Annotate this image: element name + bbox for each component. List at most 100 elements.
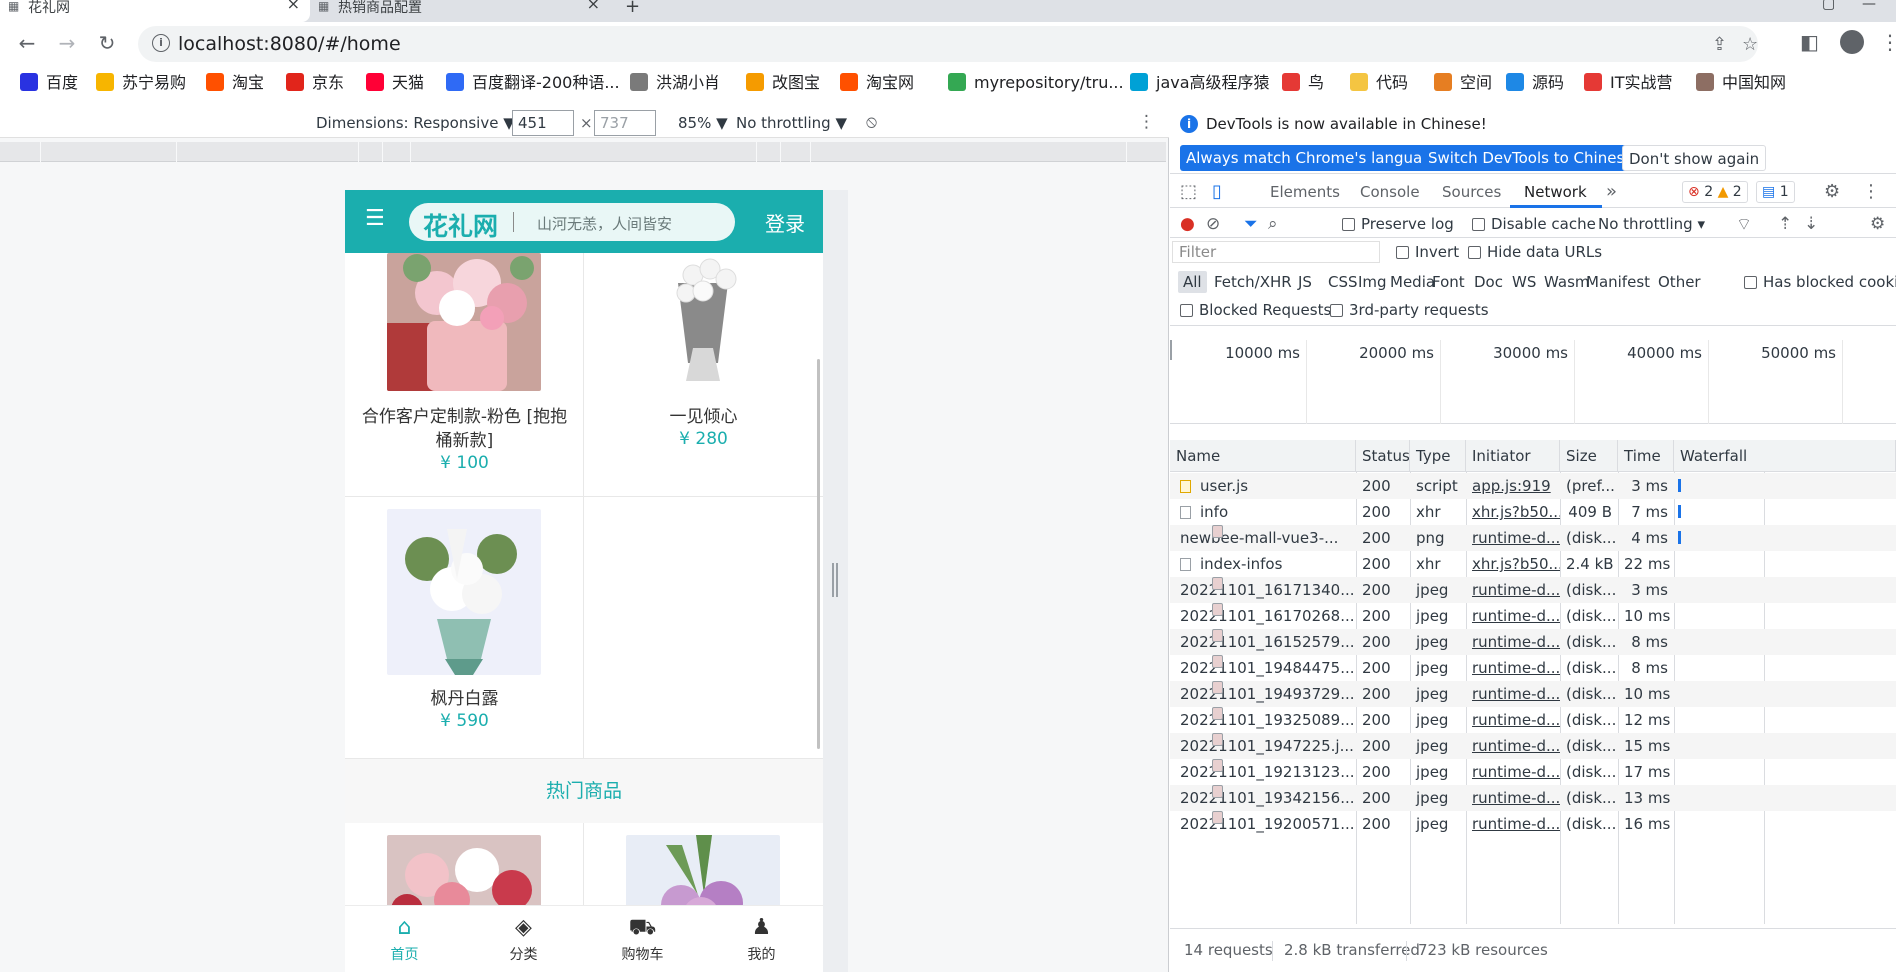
- goods-name[interactable]: 合作客户定制款-粉色 [抱抱桶新款]: [355, 405, 574, 453]
- request-name[interactable]: 20221101_16152579...: [1170, 629, 1356, 655]
- request-initiator[interactable]: app.js:919: [1466, 473, 1560, 499]
- bookmark-item[interactable]: 京东: [286, 70, 344, 96]
- record-icon[interactable]: ●: [1180, 214, 1195, 234]
- request-row[interactable]: 20221101_19493729... 200 jpeg runtime-d... (…: [1170, 681, 1896, 707]
- filter-icon[interactable]: ⏷: [1244, 214, 1258, 234]
- tab-mine[interactable]: ♟ 我的: [702, 912, 821, 964]
- match-language-button[interactable]: Always match Chrome's language: [1180, 145, 1447, 171]
- filter-input[interactable]: Filter: [1172, 241, 1380, 263]
- request-name[interactable]: newbee-mall-vue3-...: [1170, 525, 1356, 551]
- request-row[interactable]: 20221101_19200571... 200 jpeg runtime-d... (…: [1170, 811, 1896, 837]
- search-icon[interactable]: ⌕: [1268, 214, 1278, 234]
- clear-icon[interactable]: ⊘: [1206, 214, 1220, 234]
- goods-image[interactable]: [387, 835, 541, 905]
- more-options-icon[interactable]: ⋮: [1138, 112, 1155, 132]
- request-initiator[interactable]: xhr.js?b50...: [1466, 499, 1560, 525]
- close-icon[interactable]: ×: [287, 0, 300, 12]
- request-name[interactable]: info: [1170, 499, 1356, 525]
- width-input[interactable]: 451: [512, 110, 574, 136]
- tab-category[interactable]: ◈ 分类: [464, 912, 583, 964]
- request-name[interactable]: 20221101_19484475...: [1170, 655, 1356, 681]
- goods-image[interactable]: [387, 253, 541, 391]
- disable-cache-checkbox[interactable]: Disable cache: [1472, 215, 1596, 233]
- goods-name[interactable]: 一见倾心: [594, 405, 813, 429]
- request-name[interactable]: 20221101_16170268...: [1170, 603, 1356, 629]
- bookmark-item[interactable]: 源码: [1506, 70, 1564, 96]
- more-tabs-icon[interactable]: »: [1606, 181, 1617, 202]
- request-initiator[interactable]: runtime-d...: [1466, 603, 1560, 629]
- type-filter-fetchxhr[interactable]: Fetch/XHR: [1214, 273, 1292, 291]
- switch-language-button[interactable]: Switch DevTools to Chinese: [1422, 145, 1640, 171]
- network-throttling-select[interactable]: No throttling ▾: [1598, 215, 1705, 233]
- request-row[interactable]: 20221101_19342156... 200 jpeg runtime-d... (…: [1170, 785, 1896, 811]
- search-bar[interactable]: 花礼网 山河无恙，人间皆安: [409, 203, 735, 241]
- media-query-ruler[interactable]: [0, 142, 1166, 162]
- request-row[interactable]: 20221101_16171340... 200 jpeg runtime-d... (…: [1170, 577, 1896, 603]
- tab-home[interactable]: ⌂ 首页: [345, 912, 464, 964]
- bookmark-star-icon[interactable]: ☆: [1742, 34, 1758, 55]
- request-initiator[interactable]: runtime-d...: [1466, 629, 1560, 655]
- request-name[interactable]: 20221101_19493729...: [1170, 681, 1356, 707]
- type-filter-ws[interactable]: WS: [1512, 273, 1536, 291]
- has-blocked-cookies-checkbox[interactable]: Has blocked cookie: [1744, 273, 1896, 291]
- reload-icon[interactable]: ↻: [92, 28, 122, 58]
- request-name[interactable]: 20221101_1947225.j...: [1170, 733, 1356, 759]
- tab-console[interactable]: Console: [1360, 183, 1420, 201]
- goods-card[interactable]: 枫丹白露 ¥ 590: [345, 497, 584, 758]
- close-icon[interactable]: ×: [587, 0, 600, 12]
- request-name[interactable]: 20221101_19200571...: [1170, 811, 1356, 837]
- bookmark-item[interactable]: 百度: [20, 70, 78, 96]
- request-initiator[interactable]: runtime-d...: [1466, 525, 1560, 551]
- request-row[interactable]: 20221101_16152579... 200 jpeg runtime-d... (…: [1170, 629, 1896, 655]
- rotate-icon[interactable]: ⦸: [866, 112, 877, 132]
- request-name[interactable]: 20221101_19213123...: [1170, 759, 1356, 785]
- bookmark-item[interactable]: 鸟: [1282, 70, 1324, 96]
- column-header-type[interactable]: Type: [1410, 440, 1466, 472]
- goods-list[interactable]: 合作客户定制款-粉色 [抱抱桶新款] ¥ 100 一见倾心 ¥ 280 枫丹白露…: [345, 253, 823, 905]
- request-row[interactable]: index-infos 200 xhr xhr.js?b50... 2.4 kB 22 m…: [1170, 551, 1896, 577]
- request-row[interactable]: 20221101_16170268... 200 jpeg runtime-d... (…: [1170, 603, 1896, 629]
- request-initiator[interactable]: runtime-d...: [1466, 681, 1560, 707]
- goods-card[interactable]: [584, 823, 823, 905]
- dimensions-dropdown[interactable]: Dimensions: Responsive ▼: [316, 114, 515, 132]
- resize-handle[interactable]: [832, 563, 838, 597]
- request-row[interactable]: 20221101_19325089... 200 jpeg runtime-d... (…: [1170, 707, 1896, 733]
- request-initiator[interactable]: runtime-d...: [1466, 733, 1560, 759]
- tab-sources[interactable]: Sources: [1442, 183, 1501, 201]
- tab-network[interactable]: Network: [1524, 183, 1587, 201]
- settings-gear-icon[interactable]: ⚙: [1824, 181, 1840, 202]
- bookmark-item[interactable]: 淘宝: [206, 70, 264, 96]
- bookmark-item[interactable]: 空间: [1434, 70, 1492, 96]
- tab-cart[interactable]: ⛟ 购物车: [583, 912, 702, 964]
- request-initiator[interactable]: xhr.js?b50...: [1466, 551, 1560, 577]
- type-filter-media[interactable]: Media: [1390, 273, 1435, 291]
- network-settings-icon[interactable]: ⚙: [1870, 214, 1885, 234]
- column-header-size[interactable]: Size: [1560, 440, 1618, 472]
- back-icon[interactable]: ←: [12, 28, 42, 58]
- more-menu-icon[interactable]: ⋮: [1862, 181, 1880, 202]
- request-row[interactable]: 20221101_1947225.j... 200 jpeg runtime-d...…: [1170, 733, 1896, 759]
- request-name[interactable]: 20221101_16171340...: [1170, 577, 1356, 603]
- profile-avatar-icon[interactable]: [1840, 30, 1864, 54]
- browser-tab-active[interactable]: ▦ 花礼网 ×: [0, 0, 310, 22]
- request-row[interactable]: 20221101_19213123... 200 jpeg runtime-d... (…: [1170, 759, 1896, 785]
- request-name[interactable]: index-infos: [1170, 551, 1356, 577]
- network-conditions-icon[interactable]: ⌔: [1736, 214, 1752, 235]
- zoom-dropdown[interactable]: 85% ▼: [678, 114, 728, 132]
- site-info-icon[interactable]: i: [152, 34, 170, 52]
- type-filter-js[interactable]: JS: [1298, 273, 1312, 291]
- download-icon[interactable]: ⇣: [1804, 214, 1818, 234]
- type-filter-css[interactable]: CSS: [1328, 273, 1358, 291]
- request-row[interactable]: 20221101_19484475... 200 jpeg runtime-d... (…: [1170, 655, 1896, 681]
- dont-show-again-button[interactable]: Don't show again: [1622, 145, 1767, 171]
- type-filter-font[interactable]: Font: [1432, 273, 1465, 291]
- side-panel-icon[interactable]: ◧: [1800, 30, 1819, 54]
- new-tab-icon[interactable]: +: [625, 0, 640, 17]
- goods-card[interactable]: [345, 823, 584, 905]
- goods-image[interactable]: [638, 253, 768, 391]
- login-button[interactable]: 登录: [765, 208, 805, 237]
- request-initiator[interactable]: runtime-d...: [1466, 759, 1560, 785]
- request-row[interactable]: info 200 xhr xhr.js?b50... 409 B 7 ms: [1170, 499, 1896, 525]
- bookmark-item[interactable]: myrepository/tru...: [948, 70, 1124, 96]
- column-header-name[interactable]: Name: [1170, 440, 1356, 472]
